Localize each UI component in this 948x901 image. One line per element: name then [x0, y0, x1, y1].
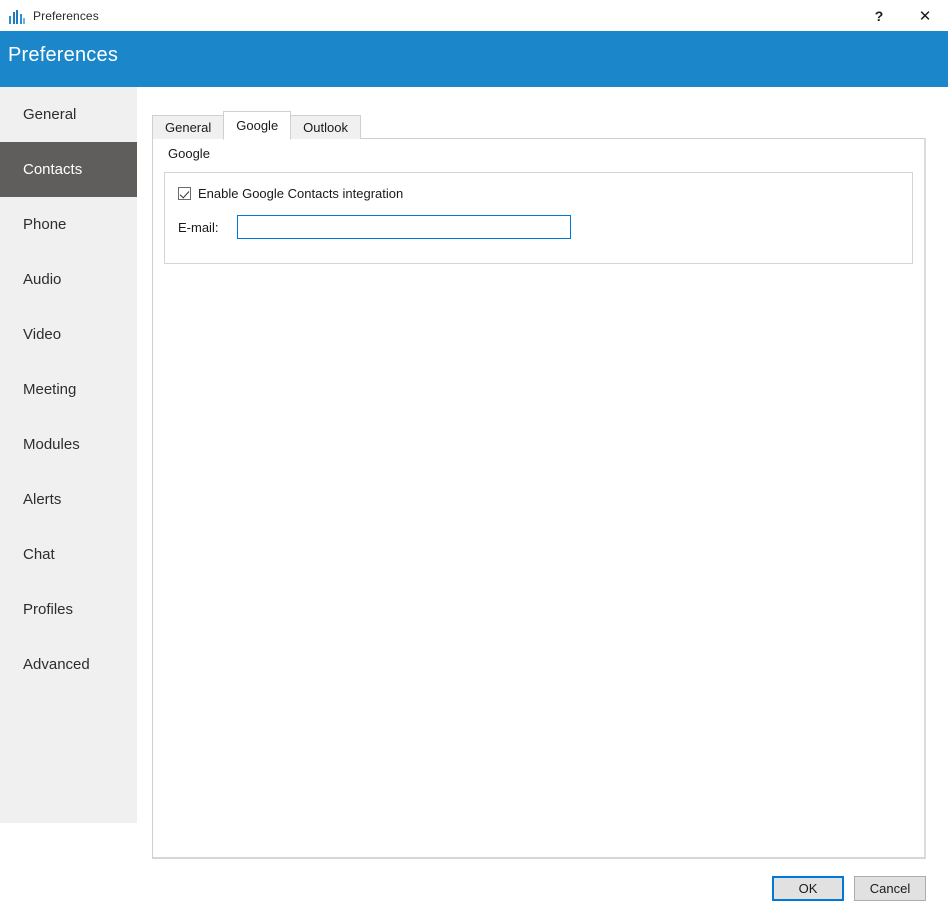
- title-bar: Preferences ? ✕: [0, 0, 948, 31]
- sidebar-item-label: Profiles: [23, 601, 73, 618]
- checkmark-icon: [178, 187, 191, 200]
- sidebar-item-contacts[interactable]: Contacts: [0, 142, 137, 197]
- tab-label: Google: [236, 118, 278, 133]
- sidebar-item-label: Video: [23, 326, 61, 343]
- sidebar-item-label: Modules: [23, 436, 80, 453]
- sidebar-item-general[interactable]: General: [0, 87, 137, 142]
- sidebar-item-label: Contacts: [23, 161, 82, 178]
- tab-strip: General Google Outlook: [152, 113, 360, 139]
- help-icon[interactable]: ?: [856, 0, 902, 31]
- email-label: E-mail:: [178, 220, 237, 235]
- sidebar-item-alerts[interactable]: Alerts: [0, 472, 137, 527]
- sidebar-item-profiles[interactable]: Profiles: [0, 582, 137, 637]
- sidebar-item-label: Advanced: [23, 656, 90, 673]
- sidebar-item-label: Alerts: [23, 491, 61, 508]
- page-title: Preferences: [8, 44, 118, 67]
- email-row: E-mail:: [178, 215, 571, 239]
- sidebar-item-phone[interactable]: Phone: [0, 197, 137, 252]
- sidebar-item-label: Chat: [23, 546, 55, 563]
- ok-button[interactable]: OK: [772, 876, 844, 901]
- sidebar-item-label: Phone: [23, 216, 66, 233]
- window-title: Preferences: [33, 9, 99, 23]
- google-settings-group: Enable Google Contacts integration E-mai…: [164, 172, 913, 264]
- enable-google-contacts-checkbox[interactable]: Enable Google Contacts integration: [178, 186, 403, 201]
- header-band: Preferences: [0, 31, 948, 87]
- window-controls: ? ✕: [856, 0, 948, 31]
- close-icon[interactable]: ✕: [902, 0, 948, 31]
- sidebar-item-advanced[interactable]: Advanced: [0, 637, 137, 692]
- cancel-button[interactable]: Cancel: [854, 876, 926, 901]
- sidebar-item-chat[interactable]: Chat: [0, 527, 137, 582]
- dialog-buttons: OK Cancel: [137, 738, 948, 823]
- sidebar: General Contacts Phone Audio Video Meeti…: [0, 87, 137, 823]
- preferences-window: Preferences ? ✕ Preferences General Cont…: [0, 0, 948, 823]
- email-field[interactable]: [237, 215, 571, 239]
- sidebar-item-meeting[interactable]: Meeting: [0, 362, 137, 417]
- sidebar-item-video[interactable]: Video: [0, 307, 137, 362]
- sidebar-item-modules[interactable]: Modules: [0, 417, 137, 472]
- sidebar-item-label: General: [23, 106, 76, 123]
- tab-label: Outlook: [303, 120, 348, 135]
- tab-google[interactable]: Google: [223, 111, 291, 140]
- sidebar-item-label: Audio: [23, 271, 61, 288]
- group-caption: Google: [168, 146, 210, 161]
- checkbox-label: Enable Google Contacts integration: [198, 186, 403, 201]
- sidebar-item-label: Meeting: [23, 381, 76, 398]
- sidebar-item-audio[interactable]: Audio: [0, 252, 137, 307]
- tab-outlook[interactable]: Outlook: [290, 115, 361, 139]
- tab-label: General: [165, 120, 211, 135]
- tab-general[interactable]: General: [152, 115, 224, 139]
- equalizer-bars-icon: [9, 8, 25, 24]
- main-content: General Google Outlook Google Enable Goo…: [137, 87, 948, 823]
